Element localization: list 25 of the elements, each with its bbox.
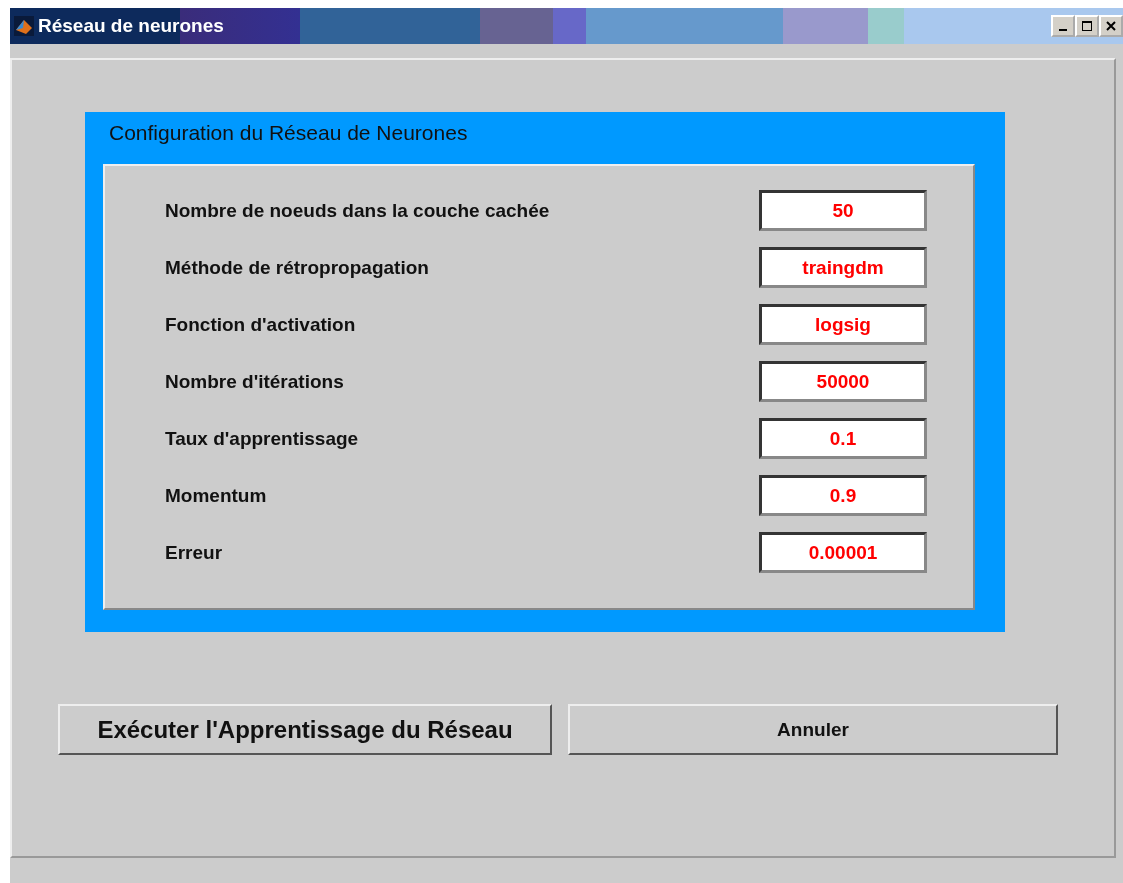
input-field[interactable]: logsig bbox=[759, 304, 927, 345]
cancel-button[interactable]: Annuler bbox=[568, 704, 1058, 755]
input-field[interactable]: 0.9 bbox=[759, 475, 927, 516]
maximize-button[interactable] bbox=[1075, 15, 1099, 37]
input-field[interactable]: 0.00001 bbox=[759, 532, 927, 573]
panel-title: Configuration du Réseau de Neurones bbox=[108, 120, 469, 145]
window-title: Réseau de neurones bbox=[38, 15, 225, 37]
minimize-button[interactable] bbox=[1051, 15, 1075, 37]
input-field[interactable]: 50000 bbox=[759, 361, 927, 402]
maximize-icon bbox=[1082, 21, 1092, 31]
field-label: Erreur bbox=[165, 541, 223, 564]
field-label: Méthode de rétropropagation bbox=[165, 256, 429, 279]
close-button[interactable] bbox=[1099, 15, 1123, 37]
input-field[interactable]: traingdm bbox=[759, 247, 927, 288]
minimize-icon bbox=[1059, 29, 1067, 31]
execute-button[interactable]: Exécuter l'Apprentissage du Réseau bbox=[58, 704, 552, 755]
field-label: Fonction d'activation bbox=[165, 313, 356, 336]
field-label: Nombre de noeuds dans la couche cachée bbox=[165, 199, 550, 222]
app-icon bbox=[14, 16, 34, 36]
field-label: Nombre d'itérations bbox=[165, 370, 344, 393]
field-label: Momentum bbox=[165, 484, 267, 507]
field-label: Taux d'apprentissage bbox=[165, 427, 359, 450]
input-field[interactable]: 50 bbox=[759, 190, 927, 231]
input-field[interactable]: 0.1 bbox=[759, 418, 927, 459]
close-icon bbox=[1106, 21, 1116, 31]
